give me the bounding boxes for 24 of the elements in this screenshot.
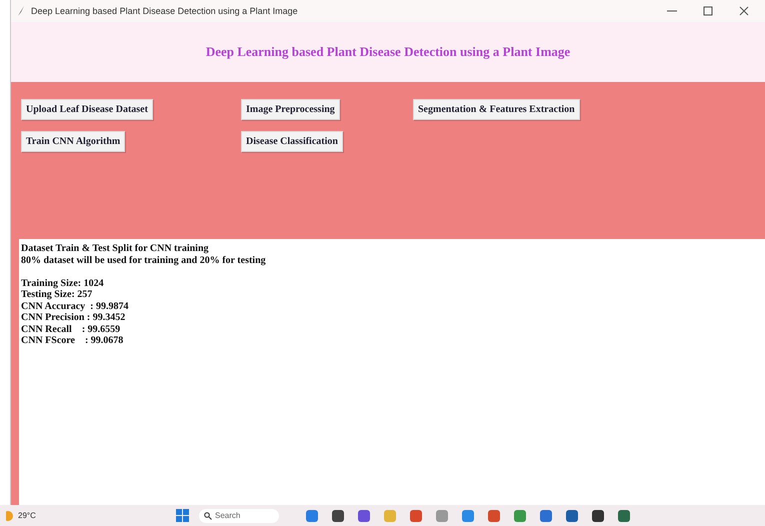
output-line: CNN Recall : 99.6559 <box>21 324 122 335</box>
output-line: Testing Size: 257 <box>21 289 94 300</box>
output-line: Training Size: 1024 <box>21 278 105 289</box>
app-icon[interactable] <box>331 508 345 522</box>
action-button[interactable]: Upload Leaf Disease Dataset <box>21 99 153 120</box>
action-button[interactable]: Image Preprocessing <box>241 99 340 120</box>
app-icon[interactable] <box>617 508 631 522</box>
app-heading: Deep Learning based Plant Disease Detection using a Plant Image <box>206 44 570 60</box>
output-line: CNN Precision : 99.3452 <box>21 312 126 324</box>
app-icon[interactable] <box>591 508 605 522</box>
app-icon[interactable] <box>357 508 371 522</box>
action-button[interactable]: Disease Classification <box>241 131 343 152</box>
search-field[interactable]: Search <box>199 508 279 522</box>
search-icon <box>204 512 212 520</box>
start-icon[interactable] <box>176 509 189 522</box>
output-line: CNN FScore : 99.0678 <box>21 335 124 346</box>
output-line: Dataset Train & Test Split for CNN training <box>21 243 210 254</box>
app-icon[interactable] <box>565 508 579 522</box>
output-line: 80% dataset will be used for training and 20% for testing <box>21 254 266 266</box>
action-button[interactable]: Train CNN Algorithm <box>21 131 126 152</box>
output-line: CNN Accuracy : 99.9874 <box>21 300 130 312</box>
action-button[interactable]: Segmentation & Features Extraction <box>413 99 580 120</box>
temperature: 29°C <box>18 511 36 520</box>
window-title: Deep Learning based Plant Disease Detection using a Plant Image <box>31 6 299 16</box>
